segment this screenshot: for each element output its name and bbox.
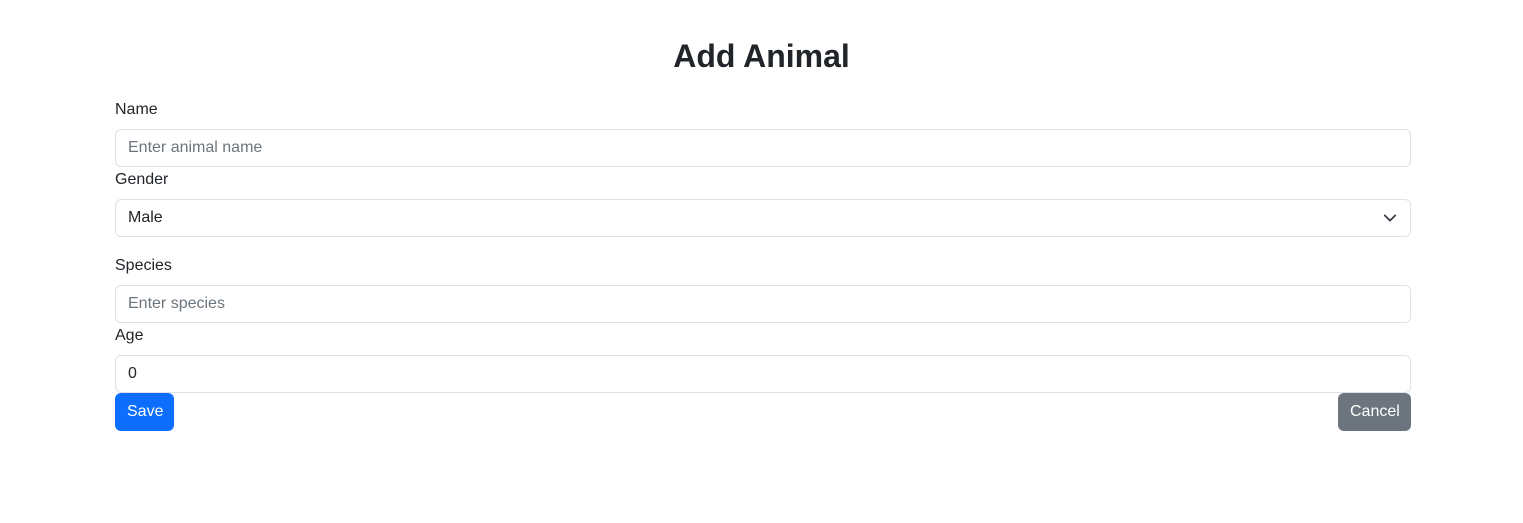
name-label: Name [115, 101, 158, 118]
cancel-button[interactable]: Cancel [1338, 393, 1411, 431]
gender-select[interactable]: Male [115, 199, 1411, 237]
name-input[interactable] [115, 129, 1411, 167]
species-label: Species [115, 257, 172, 274]
gender-label: Gender [115, 171, 169, 188]
age-input[interactable] [115, 355, 1411, 393]
age-label: Age [115, 327, 144, 344]
save-button[interactable]: Save [115, 393, 174, 431]
chevron-down-icon [1382, 210, 1398, 226]
page-title: Add Animal [673, 38, 850, 74]
species-input[interactable] [115, 285, 1411, 323]
gender-selected-value: Male [128, 209, 163, 226]
